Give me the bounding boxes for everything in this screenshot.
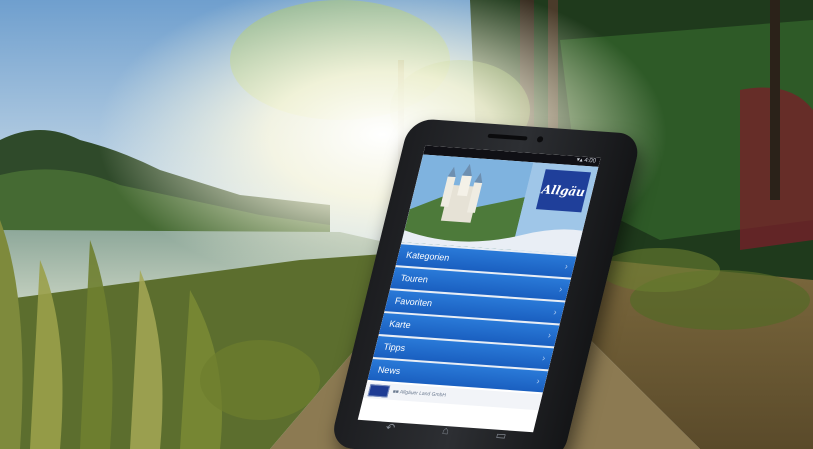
back-icon[interactable]: ↶ bbox=[384, 420, 396, 434]
chevron-right-icon: › bbox=[535, 375, 541, 386]
menu-item-label: Touren bbox=[399, 272, 430, 285]
footer-text: ■■ Allgäuer Land GmbH bbox=[391, 388, 447, 399]
menu-item-label: Tipps bbox=[382, 341, 407, 354]
eu-flag-icon bbox=[367, 384, 391, 398]
allgaeu-logo: Allgäu bbox=[535, 169, 592, 213]
home-icon[interactable]: ⌂ bbox=[441, 425, 451, 437]
app-screen: ▾▴ 4:00 Allgäu Kategorien › Touren › Fav… bbox=[357, 145, 601, 433]
chevron-right-icon: › bbox=[552, 306, 558, 318]
chevron-right-icon: › bbox=[558, 283, 564, 295]
app-header: Allgäu bbox=[401, 154, 599, 255]
chevron-right-icon: › bbox=[546, 329, 553, 341]
earpiece bbox=[487, 133, 528, 141]
front-camera bbox=[536, 136, 544, 143]
menu-item-label: Karte bbox=[388, 318, 412, 331]
recent-apps-icon[interactable]: ▭ bbox=[494, 428, 507, 442]
menu-item-label: News bbox=[376, 364, 402, 377]
chevron-right-icon: › bbox=[541, 352, 547, 363]
promo-banner: ▾▴ 4:00 Allgäu Kategorien › Touren › Fav… bbox=[0, 0, 813, 449]
smartphone: ▾▴ 4:00 Allgäu Kategorien › Touren › Fav… bbox=[328, 118, 658, 449]
chevron-right-icon: › bbox=[563, 261, 570, 272]
menu-item-label: Favoriten bbox=[393, 295, 434, 309]
menu-item-label: Kategorien bbox=[405, 249, 451, 263]
main-menu: Kategorien › Touren › Favoriten › Karte … bbox=[367, 242, 577, 393]
